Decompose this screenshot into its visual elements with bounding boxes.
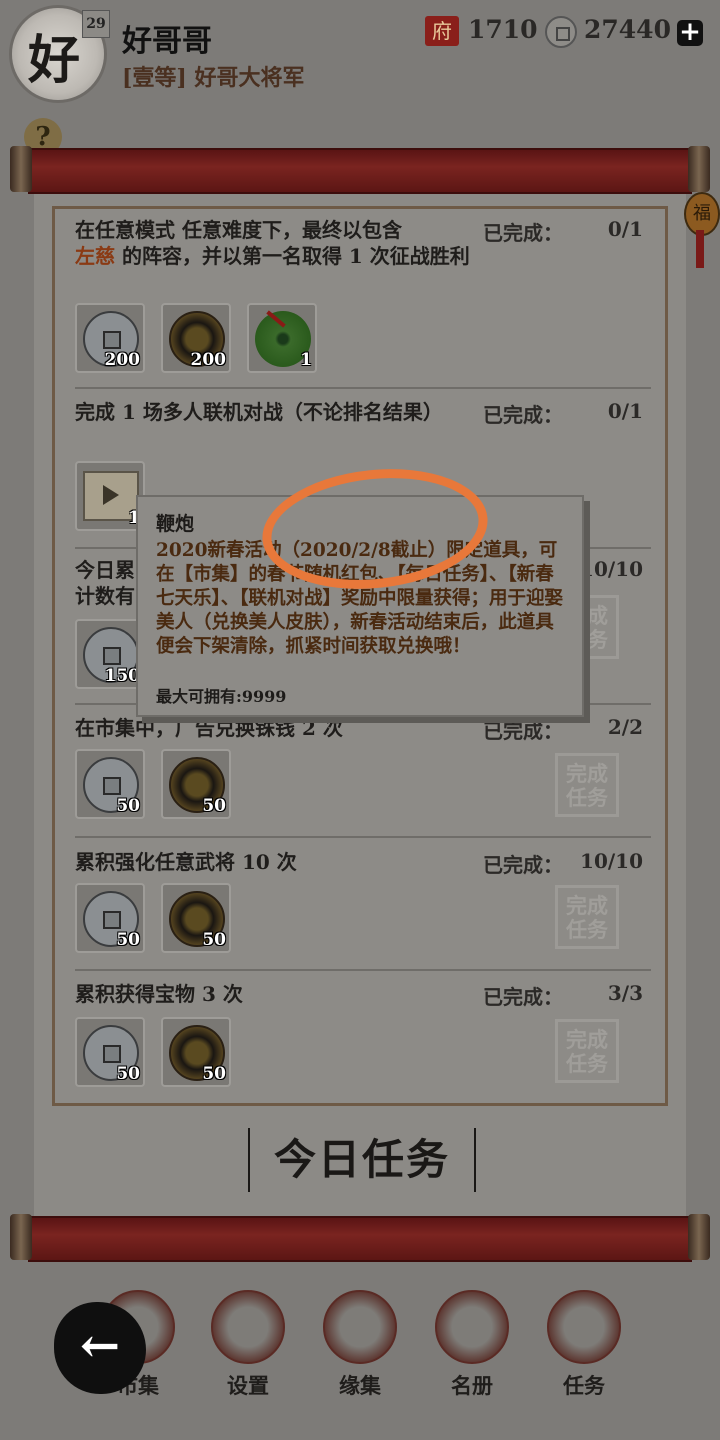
nav-collection[interactable]: 缘集 bbox=[320, 1290, 400, 1400]
back-button[interactable]: ← bbox=[54, 1302, 146, 1394]
tassel bbox=[696, 230, 704, 268]
completed-stamp: 完成 任务 bbox=[555, 1019, 619, 1083]
reward-silver-coin[interactable]: 50 bbox=[75, 883, 145, 953]
copper-coin-icon bbox=[545, 16, 577, 48]
reward-silver-coin[interactable]: 150 bbox=[75, 619, 145, 689]
reward-jade[interactable]: 1 bbox=[247, 303, 317, 373]
scroll-rod-top bbox=[10, 146, 710, 194]
task-item: 累积获得宝物 3 次 已完成： 3/3 50 50 完成 任务 bbox=[75, 981, 651, 1105]
task-item: 在任意模式 任意难度下，最终以包含 左慈 的阵容，并以第一名取得 1 次征战胜利… bbox=[75, 217, 651, 387]
task-desc: 累积强化任意武将 10 次 bbox=[75, 850, 297, 874]
reward-silver-coin[interactable]: 200 bbox=[75, 303, 145, 373]
nav-settings[interactable]: 设置 bbox=[208, 1290, 288, 1400]
level-badge: 29 bbox=[82, 10, 110, 38]
hero-name: 左慈 bbox=[75, 244, 115, 268]
task-desc: 在任意模式 任意难度下，最终以包含 左慈 的阵容，并以第一名取得 1 次征战胜利 bbox=[75, 218, 470, 268]
tooltip-max: 最大可拥有:9999 bbox=[156, 687, 287, 706]
daily-tasks-title: 今日任务 bbox=[248, 1128, 476, 1192]
mansion-icon: 府 bbox=[425, 16, 459, 46]
collection-icon bbox=[323, 1290, 397, 1364]
reward-gold-coin[interactable]: 50 bbox=[161, 1017, 231, 1087]
task-desc: 累积获得宝物 3 次 bbox=[75, 982, 243, 1006]
task-item: 累积强化任意武将 10 次 已完成： 10/10 50 50 完成 任务 bbox=[75, 849, 651, 973]
coins-value: 27440 bbox=[584, 15, 671, 44]
reward-gold-coin[interactable]: 50 bbox=[161, 749, 231, 819]
avatar-char: 好 bbox=[28, 30, 81, 91]
tooltip-title: 鞭炮 bbox=[156, 513, 195, 535]
task-item: 在市集中，广告兑换铢钱 2 次 已完成： 2/2 50 50 完成 任务 bbox=[75, 715, 651, 839]
reward-silver-coin[interactable]: 50 bbox=[75, 749, 145, 819]
divider bbox=[75, 836, 651, 838]
nav-tasks[interactable]: 任务 bbox=[544, 1290, 624, 1400]
reward-gold-coin[interactable]: 50 bbox=[161, 883, 231, 953]
roster-icon bbox=[435, 1290, 509, 1364]
divider bbox=[75, 969, 651, 971]
scroll-rod-bottom bbox=[10, 1214, 710, 1262]
completed-stamp: 完成 任务 bbox=[555, 885, 619, 949]
reward-firecracker[interactable]: 1 bbox=[75, 461, 145, 531]
task-desc: 在市集中，广告兑换铢钱 2 次 bbox=[75, 716, 343, 740]
divider bbox=[75, 387, 651, 389]
task-desc: 完成 1 场多人联机对战（不论排名结果） bbox=[75, 400, 443, 424]
add-coins-button[interactable]: + bbox=[677, 19, 703, 46]
tasks-icon bbox=[547, 1290, 621, 1364]
reward-gold-coin[interactable]: 200 bbox=[161, 303, 231, 373]
reward-silver-coin[interactable]: 50 bbox=[75, 1017, 145, 1087]
player-name: 好哥哥 bbox=[122, 24, 212, 59]
nav-roster[interactable]: 名册 bbox=[432, 1290, 512, 1400]
mansion-value: 1710 bbox=[468, 15, 538, 44]
completed-stamp: 完成 任务 bbox=[555, 753, 619, 817]
settings-icon bbox=[211, 1290, 285, 1364]
player-title: [壹等] 好哥大将军 bbox=[122, 65, 305, 91]
